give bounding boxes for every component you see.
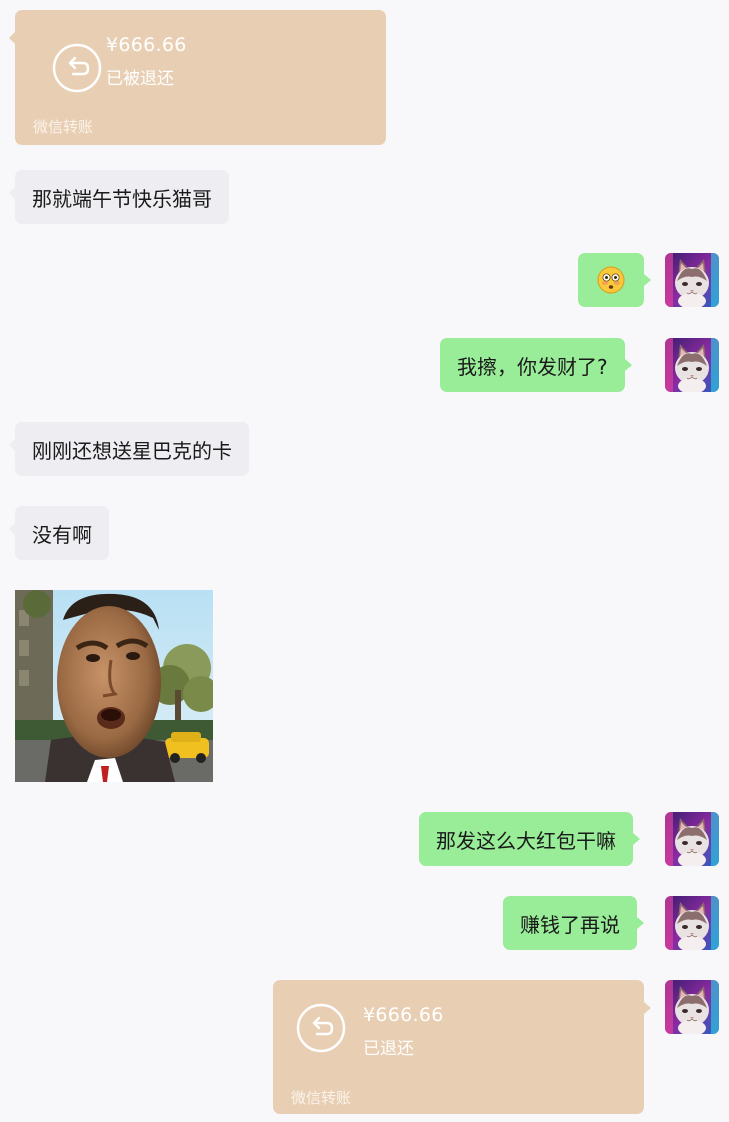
message-text: 我擦，你发财了? (457, 354, 608, 379)
message-text: 刚刚还想送星巴克的卡 (32, 438, 232, 463)
message-bubble-incoming[interactable]: 那就端午节快乐猫哥 (9, 170, 229, 224)
message-text: 那发这么大红包干嘛 (436, 828, 616, 853)
message-text: 那就端午节快乐猫哥 (32, 186, 212, 211)
avatar[interactable] (665, 812, 719, 866)
transfer-amount: ¥666.66 (363, 1004, 444, 1026)
transfer-footer: 微信转账 (33, 118, 94, 136)
message-bubble-incoming[interactable]: 没有啊 (9, 506, 109, 560)
message-bubble-outgoing[interactable]: 赚钱了再说 (503, 896, 644, 950)
transfer-amount: ¥666.66 (106, 34, 187, 56)
avatar[interactable] (665, 980, 719, 1034)
avatar[interactable] (665, 338, 719, 392)
transfer-card-outgoing[interactable]: ¥666.66 已退还 微信转账 (273, 980, 651, 1114)
message-bubble-incoming[interactable]: 刚刚还想送星巴克的卡 (9, 422, 249, 476)
transfer-status: 已被退还 (106, 69, 174, 89)
meme-sticker-image[interactable] (15, 590, 213, 782)
message-text: 没有啊 (32, 522, 92, 547)
message-text: 赚钱了再说 (520, 912, 620, 937)
transfer-status: 已退还 (363, 1039, 414, 1059)
avatar[interactable] (665, 896, 719, 950)
message-bubble-outgoing[interactable]: 我擦，你发财了? (440, 338, 632, 392)
message-bubble-outgoing[interactable]: 那发这么大红包干嘛 (419, 812, 640, 866)
return-arrow-icon (51, 42, 103, 94)
transfer-card-incoming[interactable]: ¥666.66 已被退还 微信转账 (9, 10, 386, 145)
transfer-footer: 微信转账 (291, 1089, 352, 1107)
flushed-face-emoji (597, 266, 625, 294)
message-bubble-outgoing[interactable] (578, 253, 651, 307)
return-arrow-icon (295, 1002, 347, 1054)
avatar[interactable] (665, 253, 719, 307)
